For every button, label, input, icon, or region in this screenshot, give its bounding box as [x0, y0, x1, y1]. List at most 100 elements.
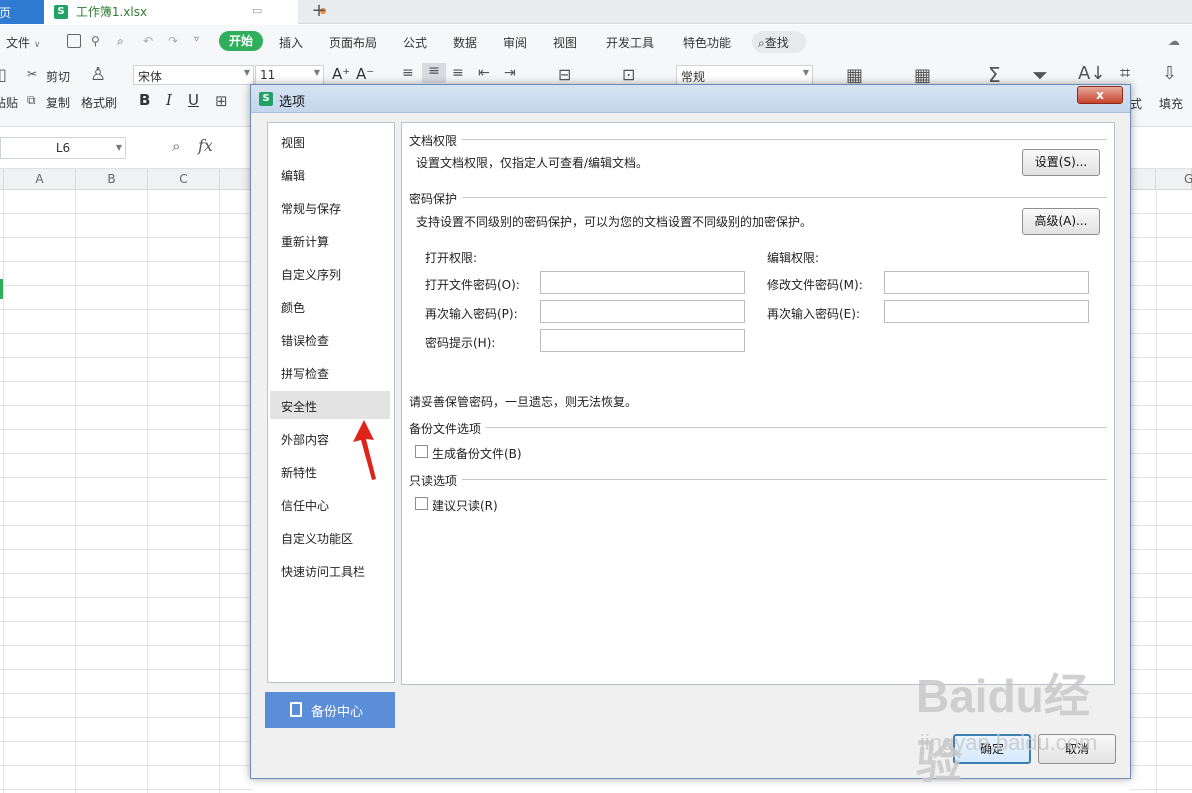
- indent-decrease-icon[interactable]: ⇤: [478, 65, 490, 81]
- backup-center-button[interactable]: 备份中心: [265, 692, 395, 728]
- function-icon[interactable]: fx: [198, 136, 213, 155]
- nav-item-quick-access[interactable]: 快速访问工具栏: [270, 556, 390, 584]
- menu-data[interactable]: 数据: [453, 34, 477, 51]
- menu-page-layout[interactable]: 页面布局: [329, 34, 377, 51]
- nav-item-view[interactable]: 视图: [270, 127, 390, 155]
- column-header[interactable]: C: [148, 169, 220, 190]
- fill-icon[interactable]: ⇩: [1162, 63, 1177, 84]
- table-style-icon[interactable]: ▦: [914, 65, 931, 86]
- print-preview-icon[interactable]: ⌕: [117, 34, 124, 49]
- nav-item-error-check[interactable]: 错误检查: [270, 325, 390, 353]
- format-icon[interactable]: ⌗: [1120, 63, 1130, 84]
- nav-item-color[interactable]: 颜色: [270, 292, 390, 320]
- name-box[interactable]: L6 ▼: [0, 137, 126, 159]
- border-icon[interactable]: ⊞: [215, 92, 228, 110]
- suggest-readonly-label[interactable]: 建议只读(R): [432, 497, 498, 514]
- doc-permission-heading: 文档权限: [409, 134, 458, 148]
- nav-item-recalc[interactable]: 重新计算: [270, 226, 390, 254]
- menu-view[interactable]: 视图: [553, 34, 577, 51]
- open-reenter-input[interactable]: [540, 300, 745, 323]
- open-password-input[interactable]: [540, 271, 745, 294]
- nav-item-security[interactable]: 安全性: [270, 391, 390, 419]
- sort-icon[interactable]: A↓: [1078, 63, 1105, 84]
- align-middle-icon[interactable]: ≡: [422, 63, 446, 83]
- font-name-select[interactable]: 宋体 ▼: [133, 65, 254, 85]
- menu-review[interactable]: 审阅: [503, 34, 527, 51]
- chevron-down-icon: ▼: [313, 68, 320, 77]
- suggest-readonly-checkbox[interactable]: [415, 497, 428, 510]
- number-format-select[interactable]: 常规 ▼: [676, 65, 813, 85]
- edit-reenter-input[interactable]: [884, 300, 1089, 323]
- increase-font-icon[interactable]: A⁺: [332, 65, 350, 83]
- zoom-icon[interactable]: ⌕: [172, 137, 180, 155]
- search-icon: ⌕: [758, 36, 765, 50]
- copy-button[interactable]: 复制: [46, 94, 70, 111]
- generate-backup-label[interactable]: 生成备份文件(B): [432, 445, 522, 462]
- column-header[interactable]: B: [76, 169, 148, 190]
- column-header[interactable]: G: [1156, 169, 1192, 190]
- monitor-icon[interactable]: ▭: [252, 4, 262, 17]
- nav-item-trust-center[interactable]: 信任中心: [270, 490, 390, 518]
- nav-item-general-save[interactable]: 常规与保存: [270, 193, 390, 221]
- format-icon[interactable]: ⚲: [91, 34, 100, 48]
- undo-icon[interactable]: ↶: [143, 34, 153, 48]
- file-menu[interactable]: 文件 ∨: [6, 34, 40, 51]
- font-size-select[interactable]: 11 ▼: [255, 65, 324, 85]
- nav-item-edit[interactable]: 编辑: [270, 160, 390, 188]
- paste-icon[interactable]: ▯: [0, 65, 7, 84]
- edit-reenter-label: 再次输入密码(E):: [767, 307, 860, 321]
- cut-button[interactable]: 剪切: [46, 68, 70, 85]
- customize-toolbar-icon[interactable]: ▿: [194, 34, 199, 45]
- close-button[interactable]: x: [1077, 86, 1123, 104]
- name-box-value: L6: [55, 141, 71, 155]
- cell-grid[interactable]: [0, 190, 252, 793]
- format-painter-icon[interactable]: ♙: [90, 64, 106, 85]
- search-button[interactable]: ⌕查找: [752, 31, 806, 53]
- indent-increase-icon[interactable]: ⇥: [504, 65, 516, 81]
- cloud-icon[interactable]: ☁: [1168, 34, 1180, 48]
- dialog-title-bar[interactable]: S 选项 x: [251, 85, 1130, 113]
- backup-center-label: 备份中心: [311, 705, 364, 720]
- backup-options-heading: 备份文件选项: [409, 422, 482, 436]
- format-label[interactable]: 式: [1130, 95, 1142, 112]
- password-protection-heading: 密码保护: [409, 192, 458, 206]
- column-header[interactable]: A: [4, 169, 76, 190]
- menu-insert[interactable]: 插入: [279, 34, 303, 51]
- nav-item-spell-check[interactable]: 拼写检查: [270, 358, 390, 386]
- merge-center-icon[interactable]: ⊟: [558, 65, 571, 84]
- align-bottom-icon[interactable]: ≡: [452, 65, 464, 81]
- redo-icon[interactable]: ↷: [168, 34, 178, 48]
- menu-formula[interactable]: 公式: [403, 34, 427, 51]
- tab-home[interactable]: 首页: [0, 0, 44, 24]
- align-top-icon[interactable]: ≡: [402, 65, 414, 81]
- settings-button[interactable]: 设置(S)...: [1022, 149, 1100, 176]
- advanced-button[interactable]: 高级(A)...: [1022, 208, 1100, 235]
- wrap-text-icon[interactable]: ⊡: [622, 65, 635, 84]
- conditional-format-icon[interactable]: ▦: [846, 65, 863, 86]
- decrease-font-icon[interactable]: A⁻: [356, 65, 374, 83]
- tab-workbook[interactable]: S 工作簿1.xlsx ▭: [44, 0, 326, 24]
- column-header[interactable]: [1130, 169, 1156, 190]
- save-icon[interactable]: [67, 34, 81, 48]
- cell-grid[interactable]: [1130, 190, 1192, 793]
- password-hint-input[interactable]: [540, 329, 745, 352]
- paste-label[interactable]: 粘贴: [0, 94, 18, 111]
- edit-password-input[interactable]: [884, 271, 1089, 294]
- nav-item-custom-lists[interactable]: 自定义序列: [270, 259, 390, 287]
- italic-button[interactable]: I: [166, 91, 172, 109]
- menu-developer[interactable]: 开发工具: [606, 34, 654, 51]
- copy-icon[interactable]: ⧉: [27, 93, 36, 108]
- column-header[interactable]: [220, 169, 252, 190]
- generate-backup-checkbox[interactable]: [415, 445, 428, 458]
- underline-button[interactable]: U: [188, 91, 199, 109]
- fill-button[interactable]: 填充: [1159, 95, 1183, 112]
- nav-item-customize-ribbon[interactable]: 自定义功能区: [270, 523, 390, 551]
- menu-features[interactable]: 特色功能: [683, 34, 731, 51]
- watermark: Baidu经验 jingyan.baidu.com: [912, 660, 1127, 788]
- menu-start[interactable]: 开始: [219, 31, 263, 51]
- font-name-value: 宋体: [138, 70, 163, 84]
- format-painter-button[interactable]: 格式刷: [81, 94, 117, 111]
- scissors-icon[interactable]: ✂: [27, 67, 37, 81]
- bold-button[interactable]: B: [139, 91, 150, 109]
- add-tab-button[interactable]: +: [308, 0, 330, 24]
